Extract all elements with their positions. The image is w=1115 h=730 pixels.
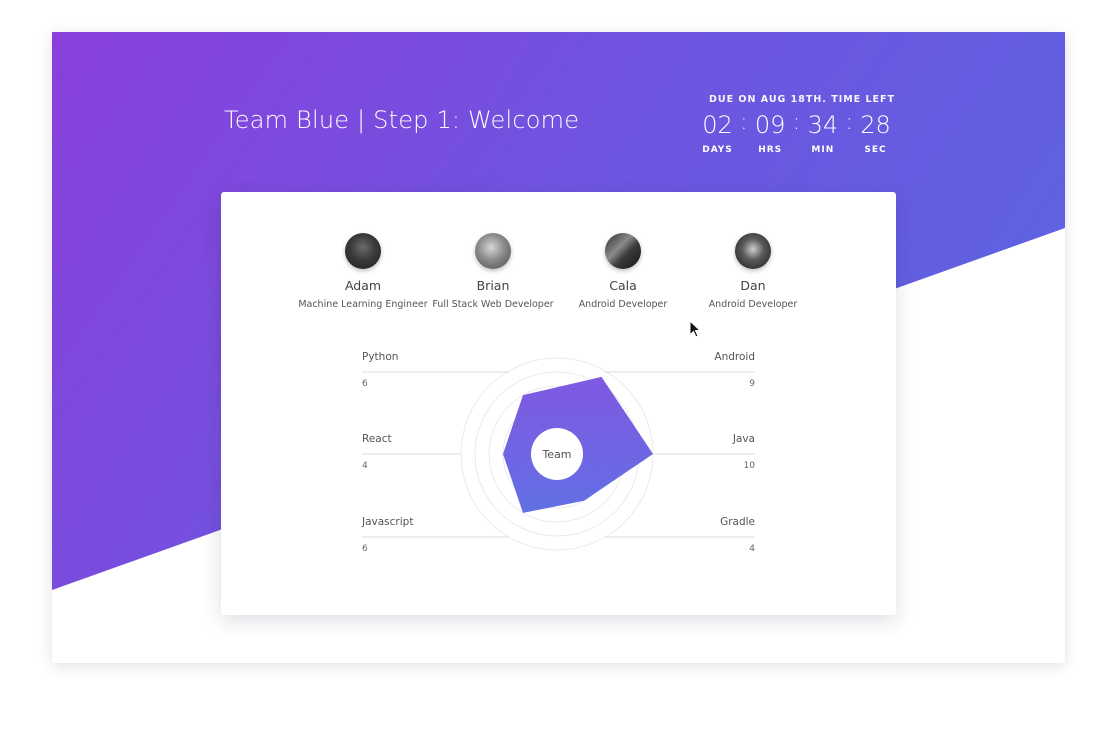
countdown-hours: 09 HRS [751, 112, 790, 155]
days-label: DAYS [702, 145, 733, 155]
skill-label: React [362, 433, 392, 445]
minutes-label: MIN [811, 145, 835, 155]
seconds-label: SEC [864, 145, 887, 155]
app-window: Team Blue | Step 1: Welcome DUE ON AUG 1… [52, 32, 1065, 663]
skill-label: Java [732, 433, 755, 445]
skill-value: 6 [362, 379, 368, 389]
due-label: DUE ON AUG 18TH. TIME LEFT [709, 94, 895, 105]
days-value: 02 [702, 111, 733, 139]
skill-value: 6 [362, 544, 368, 554]
skills-radar-chart: Python 6 Android 9 React 4 Java 10 Javascript 6 Gr… [361, 351, 756, 554]
skill-label: Python [362, 351, 398, 363]
countdown-days: 02 DAYS [698, 112, 737, 155]
mouse-cursor-icon [689, 320, 702, 338]
skill-label: Gradle [720, 516, 755, 528]
page-title: Team Blue | Step 1: Welcome [224, 106, 580, 134]
seconds-value: 28 [860, 111, 891, 139]
team-card: Adam Machine Learning Engineer Brian Ful… [221, 192, 896, 615]
skill-label: Android [714, 351, 755, 363]
skill-value: 9 [749, 379, 755, 389]
countdown-minutes: 34 MIN [803, 112, 842, 155]
countdown-timer: DUE ON AUG 18TH. TIME LEFT 02 DAYS : 09 … [698, 94, 895, 155]
separator: : [740, 109, 748, 135]
separator: : [792, 109, 801, 135]
radar-center-label: Team [541, 448, 571, 461]
hours-value: 09 [754, 111, 786, 139]
skill-value: 4 [749, 544, 755, 554]
skill-value: 10 [744, 461, 756, 471]
hours-label: HRS [758, 145, 783, 155]
minutes-value: 34 [807, 111, 839, 139]
countdown-seconds: 28 SEC [856, 112, 895, 155]
separator: : [845, 109, 853, 135]
skill-value: 4 [362, 461, 368, 471]
skill-label: Javascript [361, 516, 413, 528]
